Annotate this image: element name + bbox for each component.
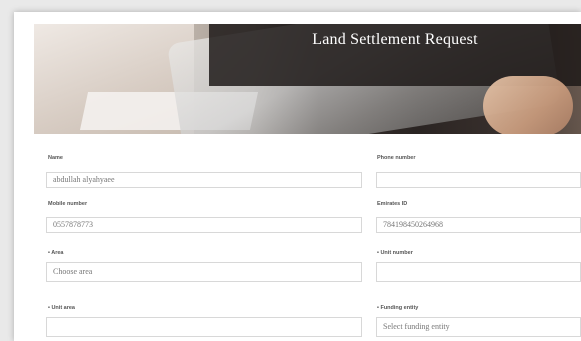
- area-select[interactable]: Choose area: [46, 262, 362, 282]
- mobile-field[interactable]: 0557878773: [46, 217, 362, 233]
- funding-entity-select[interactable]: Select funding entity: [376, 317, 581, 337]
- emirates-id-field[interactable]: 784198450264968: [376, 217, 581, 233]
- unit-area-label: • Unit area: [48, 305, 75, 311]
- phone-field[interactable]: [376, 172, 581, 188]
- mobile-value: 0557878773: [53, 220, 93, 229]
- name-field[interactable]: abdullah alyahyaee: [46, 172, 362, 188]
- form-card: Land Settlement Request Name abdullah al…: [14, 12, 581, 341]
- emirates-id-value: 784198450264968: [383, 220, 443, 229]
- hero-banner: Land Settlement Request: [34, 24, 581, 134]
- hero-hand-image: [483, 76, 573, 134]
- mobile-label: Mobile number: [48, 201, 88, 207]
- funding-entity-placeholder: Select funding entity: [383, 322, 450, 331]
- unit-number-field[interactable]: [376, 262, 581, 282]
- area-label: • Area: [48, 250, 64, 256]
- emirates-id-label: Emirates ID: [377, 201, 408, 207]
- phone-label: Phone number: [377, 155, 416, 161]
- name-value: abdullah alyahyaee: [53, 175, 115, 184]
- page-title: Land Settlement Request: [312, 31, 478, 48]
- funding-entity-label: • Funding entity: [377, 305, 419, 311]
- area-placeholder: Choose area: [53, 267, 93, 276]
- name-label: Name: [48, 155, 63, 161]
- unit-area-field[interactable]: [46, 317, 362, 337]
- unit-number-label: • Unit number: [377, 250, 413, 256]
